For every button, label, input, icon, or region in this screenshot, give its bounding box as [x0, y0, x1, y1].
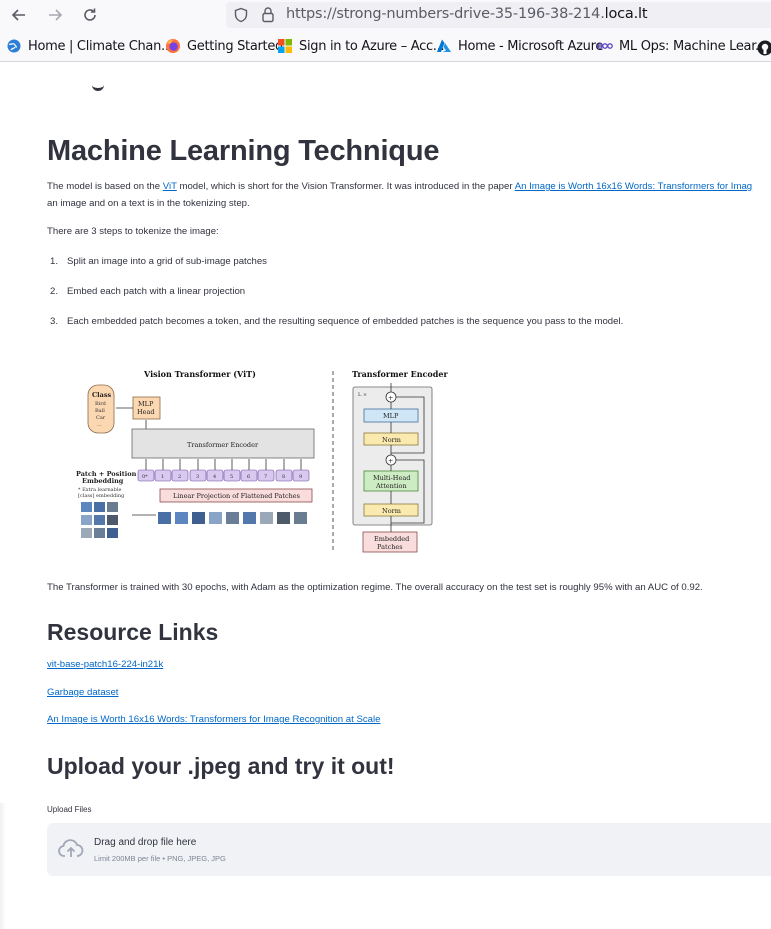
resource-link-vit-base[interactable]: vit-base-patch16-224-in21k	[47, 659, 163, 670]
norm-label: Norm	[382, 507, 401, 515]
browser-chrome: https://strong-numbers-drive-35-196-38-2…	[0, 0, 771, 62]
azure-icon	[437, 39, 451, 52]
resource-link-garbage-dataset[interactable]: Garbage dataset	[47, 687, 118, 698]
mlp-head-label: MLP	[138, 400, 154, 408]
mha-label: Multi-Head	[373, 474, 410, 482]
svg-text:5: 5	[230, 474, 233, 480]
bookmark-azure-home[interactable]: Home - Microsoft Azure	[436, 38, 603, 54]
embedded-patches-label: Patches	[377, 543, 403, 551]
class-label: Class	[92, 391, 112, 399]
list-text: Each embedded patch becomes a token, and…	[67, 316, 624, 327]
intro-text: The model is based on the	[47, 181, 163, 192]
svg-text:2: 2	[178, 474, 181, 480]
svg-text:9: 9	[299, 474, 302, 480]
class-item: Bird	[95, 401, 107, 407]
mlp-head-label: Head	[137, 408, 155, 416]
sidebar-edge-shadow	[0, 803, 6, 929]
source-image-grid	[81, 502, 118, 538]
back-arrow-icon	[11, 9, 25, 21]
norm-label: Norm	[382, 436, 401, 444]
svg-text:4: 4	[213, 474, 216, 480]
image-patches-row	[158, 512, 307, 524]
figure-encoder-title: Transformer Encoder	[352, 369, 448, 379]
list-item: 1. Split an image into a grid of sub-imag…	[50, 256, 267, 267]
steps-intro: There are 3 steps to tokenize the image:	[47, 226, 219, 237]
intro-line-1: The model is based on the ViT model, whi…	[47, 180, 752, 194]
list-text: Embed each patch with a linear projectio…	[67, 286, 246, 297]
resources-heading: Resource Links	[47, 619, 219, 645]
globe-icon	[7, 39, 21, 53]
forward-arrow-icon	[49, 9, 63, 21]
list-item: 3. Each embedded patch becomes a token, a…	[50, 316, 623, 327]
transformer-encoder-label: Transformer Encoder	[187, 441, 259, 449]
bookmark-label: Getting Started	[187, 38, 284, 54]
vit-link[interactable]: ViT	[163, 181, 177, 192]
bookmark-climate[interactable]: Home | Climate Chan...	[6, 38, 173, 54]
forward-button[interactable]	[44, 4, 66, 26]
plus-sign: +	[388, 394, 393, 402]
svg-text:7: 7	[264, 474, 267, 480]
vit-architecture-figure: Vision Transformer (ViT) Transformer Enc…	[76, 369, 448, 553]
svg-text:1: 1	[161, 474, 164, 480]
bookmark-getting-started[interactable]: Getting Started	[165, 38, 283, 54]
bookmarks-bar: Home | Climate Chan... Getting Started S…	[0, 36, 771, 60]
page-title: Machine Learning Technique	[47, 135, 440, 167]
list-number: 3.	[50, 316, 59, 327]
shield-icon[interactable]	[233, 7, 249, 23]
bookmark-label: Home | Climate Chan...	[28, 38, 173, 54]
bookmark-azure-signin[interactable]: Sign in to Azure – Acc...	[277, 38, 445, 54]
class-item: Car	[96, 415, 106, 421]
list-number: 2.	[50, 286, 59, 297]
url-prefix: https://strong-numbers-drive-35-196-38-2…	[286, 6, 605, 22]
upload-label: Upload Files	[47, 805, 92, 814]
intro-text: model, which is short for the Vision Tra…	[176, 181, 515, 192]
firefox-icon	[166, 39, 180, 53]
dropzone-instructions: Drag and drop file here	[94, 837, 197, 848]
svg-text:6: 6	[247, 474, 250, 480]
class-item: ...	[97, 422, 102, 428]
linear-projection-label: Linear Projection of Flattened Patches	[173, 492, 300, 500]
svg-text:0*: 0*	[142, 474, 148, 480]
file-dropzone[interactable]: Drag and drop file here Limit 200MB per …	[47, 823, 771, 876]
list-number: 1.	[50, 256, 59, 267]
svg-text:8: 8	[282, 474, 285, 480]
github-icon[interactable]	[757, 40, 771, 56]
embedded-patches-label: Embedded	[374, 535, 409, 543]
list-item: 2. Embed each patch with a linear project…	[50, 286, 245, 297]
microsoft-icon	[278, 39, 292, 53]
reload-button[interactable]	[79, 4, 101, 26]
previous-heading-fragment	[92, 83, 104, 91]
reload-icon	[84, 8, 96, 21]
paper-link[interactable]: An Image is Worth 16x16 Words: Transform…	[515, 181, 752, 192]
bookmark-label: Home - Microsoft Azure	[458, 38, 604, 54]
class-item: Ball	[95, 408, 105, 414]
upload-heading: Upload your .jpeg and try it out!	[47, 753, 395, 779]
mlp-label: MLP	[383, 412, 399, 420]
back-button[interactable]	[8, 4, 30, 26]
svg-text:3: 3	[196, 474, 199, 480]
lock-icon[interactable]	[260, 6, 276, 23]
url-host: loca.lt	[604, 6, 648, 22]
extra-learnable-label: [class] embedding	[78, 493, 125, 499]
training-text: The Transformer is trained with 30 epoch…	[47, 582, 703, 593]
resource-link-vit-paper[interactable]: An Image is Worth 16x16 Words: Transform…	[47, 714, 380, 725]
page-content: Machine Learning Technique The model is …	[0, 63, 771, 929]
cloud-upload-icon	[58, 839, 84, 857]
bookmark-label: Sign in to Azure – Acc...	[299, 38, 445, 54]
bookmark-label: ML Ops: Machine Lear...	[619, 38, 767, 54]
bookmark-mlops[interactable]: ML Ops: Machine Lear...	[597, 38, 767, 54]
mha-label: Attention	[375, 482, 407, 490]
token-arrows	[145, 459, 302, 470]
plus-sign: +	[388, 457, 393, 465]
link-icon	[597, 43, 613, 49]
list-text: Split an image into a grid of sub-image …	[67, 256, 267, 267]
url-text[interactable]: https://strong-numbers-drive-35-196-38-2…	[286, 6, 648, 22]
patch-position-label: Embedding	[82, 477, 124, 485]
intro-line-2: an image and on a text is in the tokeniz…	[47, 198, 250, 209]
encoder-repeat-label: L ×	[358, 392, 367, 398]
dropzone-limits: Limit 200MB per file • PNG, JPEG, JPG	[94, 854, 226, 863]
figure-vit-title: Vision Transformer (ViT)	[143, 369, 256, 379]
